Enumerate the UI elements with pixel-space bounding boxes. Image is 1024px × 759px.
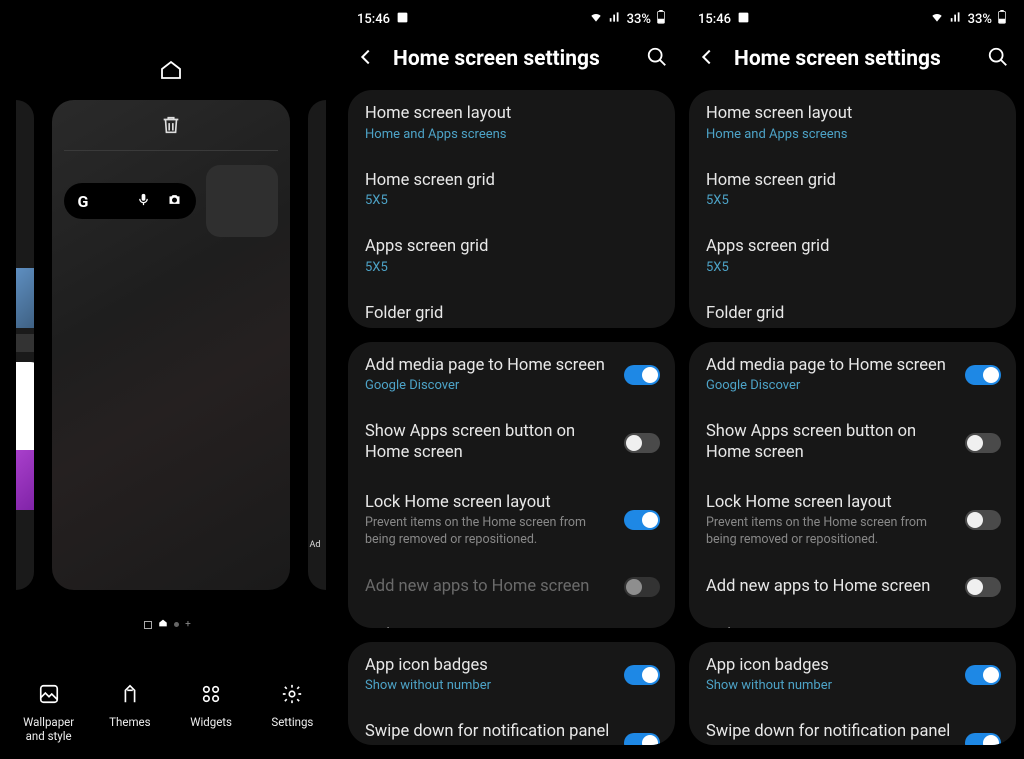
back-button[interactable]: [696, 46, 718, 72]
home-page-next-peek[interactable]: Ad: [308, 100, 326, 590]
row-hide-apps[interactable]: Hide apps: [689, 611, 1016, 627]
row-swipe-notif[interactable]: Swipe down for notification panel: [689, 707, 1016, 745]
google-icon: G: [78, 192, 89, 211]
add-new-apps-toggle[interactable]: [965, 577, 1001, 597]
google-search-widget[interactable]: G: [64, 183, 196, 219]
row-icon-badges[interactable]: App icon badges Show without number: [348, 642, 675, 708]
home-page-current[interactable]: G: [52, 100, 290, 590]
swipe-notif-toggle[interactable]: [965, 733, 1001, 745]
lock-layout-toggle[interactable]: [965, 510, 1001, 530]
back-button[interactable]: [355, 46, 377, 72]
widgets-icon: [175, 679, 247, 709]
home-pages-carousel[interactable]: G Ad: [0, 100, 341, 600]
settings-panel-a: 15:46 33% Home screen settings Home scre…: [341, 0, 682, 759]
wifi-icon: [930, 10, 944, 28]
widget-placeholder[interactable]: [206, 165, 278, 237]
wallpaper-icon: [13, 679, 85, 709]
lock-layout-toggle[interactable]: [624, 510, 660, 530]
row-icon-badges[interactable]: App icon badges Show without number: [689, 642, 1016, 708]
row-swipe-notif[interactable]: Swipe down for notification panel: [348, 707, 675, 745]
search-button[interactable]: [646, 46, 668, 72]
widgets-label: Widgets: [175, 715, 247, 729]
row-add-new-apps[interactable]: Add new apps to Home screen: [689, 562, 1016, 612]
home-page-prev-peek[interactable]: [16, 100, 34, 590]
trash-icon[interactable]: [160, 121, 182, 140]
settings-label: Settings: [256, 715, 328, 729]
row-lock-layout[interactable]: Lock Home screen layout Prevent items on…: [348, 478, 675, 562]
settings-button[interactable]: Settings: [256, 679, 328, 743]
search-button[interactable]: [987, 46, 1009, 72]
gear-icon: [256, 679, 328, 709]
settings-card-badges: App icon badges Show without number Swip…: [348, 642, 675, 745]
editor-toolbar: Wallpaper and style Themes Widgets Setti…: [0, 669, 341, 759]
status-bar: 15:46 33%: [341, 0, 682, 34]
row-home-layout[interactable]: Home screen layout Home and Apps screens: [348, 90, 675, 156]
row-hide-apps[interactable]: Hide apps: [348, 611, 675, 627]
mic-icon[interactable]: [136, 192, 151, 211]
page-indicator-dots[interactable]: +: [0, 618, 341, 631]
show-apps-toggle[interactable]: [965, 433, 1001, 453]
row-lock-layout[interactable]: Lock Home screen layout Prevent items on…: [689, 478, 1016, 562]
row-media-page[interactable]: Add media page to Home screen Google Dis…: [348, 342, 675, 408]
signal-icon: [608, 10, 622, 28]
battery-icon: [656, 10, 666, 28]
row-home-grid[interactable]: Home screen grid 5X5: [689, 156, 1016, 223]
add-new-apps-toggle: [624, 577, 660, 597]
peek-label: Ad: [310, 540, 321, 550]
row-add-new-apps: Add new apps to Home screen: [348, 562, 675, 612]
row-show-apps-button[interactable]: Show Apps screen button on Home screen: [689, 407, 1016, 477]
row-media-page[interactable]: Add media page to Home screen Google Dis…: [689, 342, 1016, 408]
home-indicator-icon: [0, 58, 341, 86]
settings-card-grids: Home screen layout Home and Apps screens…: [348, 90, 675, 328]
settings-panel-b: 15:46 33% Home screen settings Home scre…: [682, 0, 1023, 759]
row-home-grid[interactable]: Home screen grid 5X5: [348, 156, 675, 223]
photo-icon: [396, 11, 409, 28]
row-apps-grid[interactable]: Apps screen grid 5X5: [348, 222, 675, 289]
photo-icon: [737, 11, 750, 28]
signal-icon: [949, 10, 963, 28]
themes-icon: [94, 679, 166, 709]
battery-text: 33%: [968, 12, 992, 27]
settings-card-options: Add media page to Home screen Google Dis…: [689, 342, 1016, 628]
settings-card-badges: App icon badges Show without number Swip…: [689, 642, 1016, 745]
camera-icon[interactable]: [167, 192, 182, 211]
media-page-toggle[interactable]: [624, 365, 660, 385]
status-time: 15:46: [698, 12, 731, 27]
badges-toggle[interactable]: [624, 665, 660, 685]
row-apps-grid[interactable]: Apps screen grid 5X5: [689, 222, 1016, 289]
wifi-icon: [589, 10, 603, 28]
battery-text: 33%: [627, 12, 651, 27]
themes-button[interactable]: Themes: [94, 679, 166, 743]
wallpaper-button[interactable]: Wallpaper and style: [13, 679, 85, 743]
page-title: Home screen settings: [393, 47, 630, 71]
wallpaper-label: Wallpaper and style: [13, 715, 85, 743]
badges-toggle[interactable]: [965, 665, 1001, 685]
show-apps-toggle[interactable]: [624, 433, 660, 453]
battery-icon: [997, 10, 1007, 28]
swipe-notif-toggle[interactable]: [624, 733, 660, 745]
panel-header: Home screen settings: [682, 34, 1023, 90]
themes-label: Themes: [94, 715, 166, 729]
settings-card-options: Add media page to Home screen Google Dis…: [348, 342, 675, 628]
status-time: 15:46: [357, 12, 390, 27]
panel-header: Home screen settings: [341, 34, 682, 90]
media-page-toggle[interactable]: [965, 365, 1001, 385]
widgets-button[interactable]: Widgets: [175, 679, 247, 743]
settings-card-grids: Home screen layout Home and Apps screens…: [689, 90, 1016, 328]
status-bar: 15:46 33%: [682, 0, 1023, 34]
row-home-layout[interactable]: Home screen layout Home and Apps screens: [689, 90, 1016, 156]
home-editor-panel: G Ad + Wallpaper and style Themes: [0, 0, 341, 759]
row-folder-grid[interactable]: Folder grid 4X4: [689, 289, 1016, 328]
row-folder-grid[interactable]: Folder grid 4X4: [348, 289, 675, 328]
row-show-apps-button[interactable]: Show Apps screen button on Home screen: [348, 407, 675, 477]
page-title: Home screen settings: [734, 47, 971, 71]
